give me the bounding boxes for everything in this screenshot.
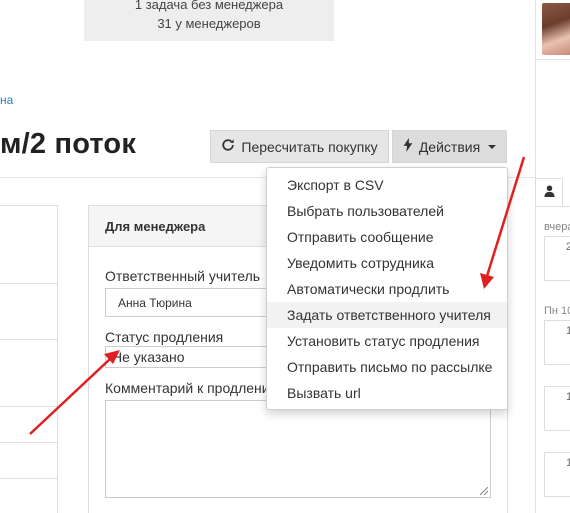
left-panel-row-divider <box>0 406 58 407</box>
left-panel-row-divider <box>0 283 58 284</box>
stats-line-assigned: 31 у менеджеров <box>157 16 261 31</box>
menu-item-notify-employee[interactable]: Уведомить сотрудника <box>267 250 507 276</box>
refresh-icon <box>221 138 235 155</box>
actions-label: Действия <box>418 138 481 155</box>
feed-card[interactable]: 2 <box>544 236 570 281</box>
page-title: м/2 поток <box>0 128 137 160</box>
feed-card[interactable]: 1 <box>544 452 570 497</box>
feed-date-yesterday: вчера <box>544 221 570 233</box>
menu-item-export-csv[interactable]: Экспорт в CSV <box>267 172 507 198</box>
menu-item-set-teacher[interactable]: Задать ответственного учителя <box>267 302 507 328</box>
actions-dropdown-button[interactable]: Действия <box>392 130 507 163</box>
left-panel-row-divider <box>0 442 58 443</box>
task-stats: 1 задача без менеджера 31 у менеджеров <box>84 0 334 41</box>
menu-item-set-renewal-status[interactable]: Установить статус продления <box>267 328 507 354</box>
user-avatar[interactable] <box>542 3 570 55</box>
renewal-status-value: Не указано <box>112 349 185 365</box>
renewal-comment-textarea[interactable] <box>105 400 491 498</box>
chevron-down-icon <box>488 144 497 149</box>
menu-item-send-newsletter[interactable]: Отправить письмо по рассылке <box>267 354 507 380</box>
right-header-divider <box>535 59 570 60</box>
user-icon <box>543 184 555 202</box>
menu-item-call-url[interactable]: Вызвать url <box>267 380 507 406</box>
menu-item-send-message[interactable]: Отправить сообщение <box>267 224 507 250</box>
stats-line-unassigned: 1 задача без менеджера <box>134 0 284 12</box>
feed-card-text: 1 <box>566 325 570 337</box>
feed-card[interactable]: 1 <box>544 386 570 431</box>
renewal-status-label: Статус продления <box>105 329 224 345</box>
teacher-label: Ответственный учитель <box>105 268 261 284</box>
recalc-purchase-label: Пересчитать покупку <box>241 138 378 155</box>
right-tabs-divider <box>535 206 570 207</box>
breadcrumb-link[interactable]: на <box>0 93 13 107</box>
actions-menu: Экспорт в CSV Выбрать пользователей Отпр… <box>266 167 508 410</box>
recalc-purchase-button[interactable]: Пересчитать покупку <box>210 130 389 163</box>
renewal-comment-label: Комментарий к продлению <box>105 380 281 396</box>
feed-card[interactable]: 1 <box>544 320 570 365</box>
menu-item-auto-renew[interactable]: Автоматически продлить <box>267 276 507 302</box>
tab-user[interactable] <box>535 178 563 206</box>
feed-card-text: 1 <box>566 391 570 403</box>
bolt-icon <box>403 138 413 155</box>
menu-item-select-users[interactable]: Выбрать пользователей <box>267 198 507 224</box>
resize-handle-icon[interactable] <box>480 487 488 495</box>
left-panel-row-divider <box>0 339 58 340</box>
left-panel <box>0 205 58 513</box>
feed-card-text: 2 <box>566 241 570 253</box>
manager-panel-title: Для менеджера <box>105 218 206 234</box>
right-sidebar-divider <box>535 0 536 513</box>
feed-date-monday: Пн 10 <box>544 305 570 317</box>
left-panel-row-divider <box>0 478 58 479</box>
teacher-value: Анна Тюрина <box>118 295 192 310</box>
feed-card-text: 1 <box>566 457 570 469</box>
